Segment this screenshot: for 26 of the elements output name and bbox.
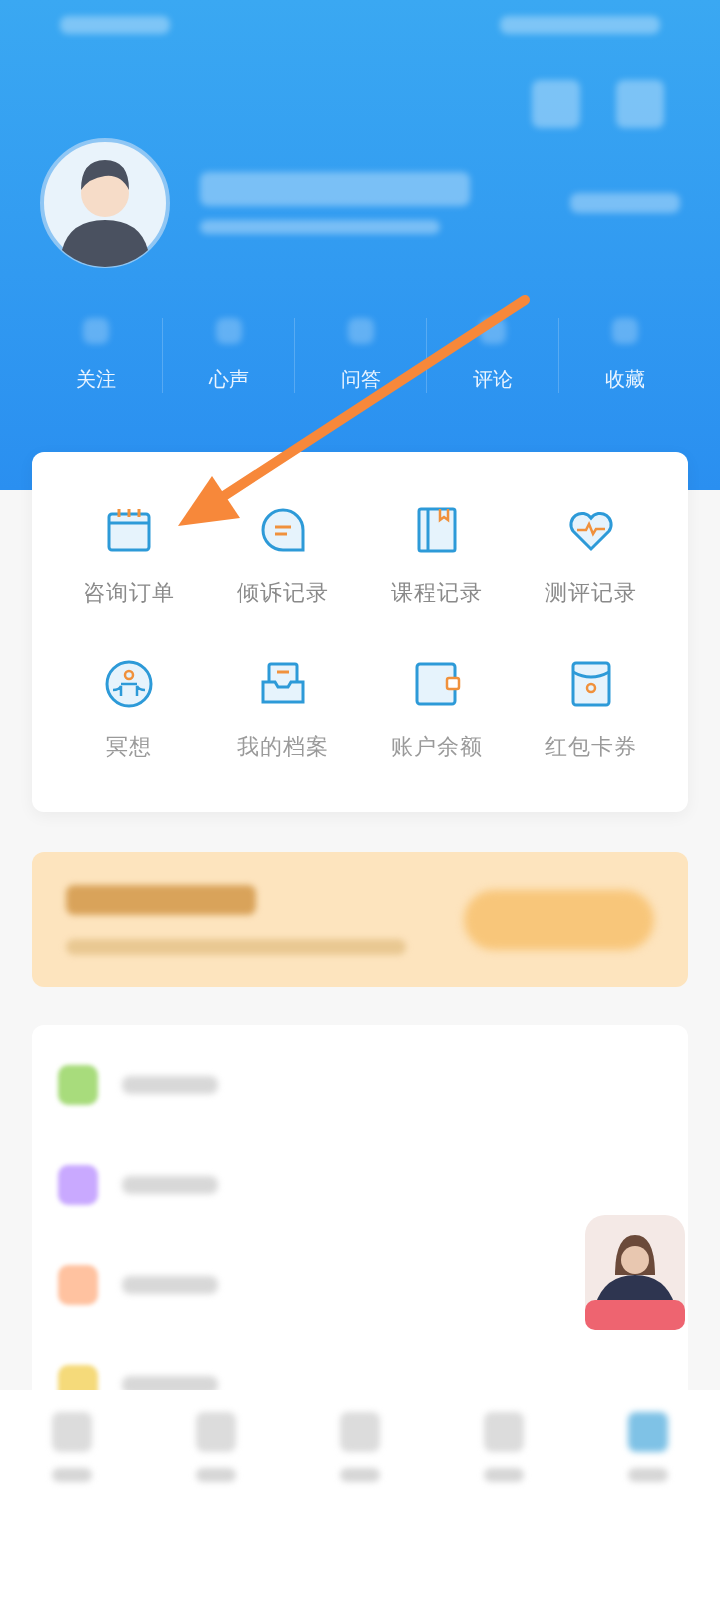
service-label[interactable]: 测评记录 (545, 578, 637, 608)
tab-label[interactable] (52, 1468, 92, 1482)
service-label[interactable]: 咨询订单 (83, 578, 175, 608)
menu-label[interactable] (122, 1176, 218, 1194)
service-label[interactable]: 冥想 (106, 732, 152, 762)
service-label[interactable]: 我的档案 (237, 732, 329, 762)
tab-label[interactable] (340, 1468, 380, 1482)
tab-label[interactable] (484, 1468, 524, 1482)
stat-tab[interactable]: 心声 (208, 366, 249, 393)
menu-label[interactable] (122, 1076, 218, 1094)
tab-label[interactable] (628, 1468, 668, 1482)
menu-label[interactable] (122, 1276, 218, 1294)
avatar[interactable] (40, 138, 170, 268)
tab-label[interactable] (196, 1468, 236, 1482)
service-label[interactable]: 账户余额 (391, 732, 483, 762)
stat-tab[interactable]: 评论 (472, 366, 513, 393)
promo-banner[interactable] (32, 852, 688, 987)
stat-tab[interactable]: 问答 (340, 366, 381, 393)
service-label[interactable]: 课程记录 (391, 578, 483, 608)
stat-tab[interactable]: 收藏 (604, 366, 645, 393)
profile-link[interactable] (570, 193, 680, 213)
meditation-icon (103, 658, 155, 710)
banner-button[interactable] (464, 889, 654, 950)
service-label[interactable]: 倾诉记录 (237, 578, 329, 608)
stat-tab[interactable]: 关注 (76, 366, 116, 393)
service-label[interactable]: 红包卡券 (545, 732, 637, 762)
